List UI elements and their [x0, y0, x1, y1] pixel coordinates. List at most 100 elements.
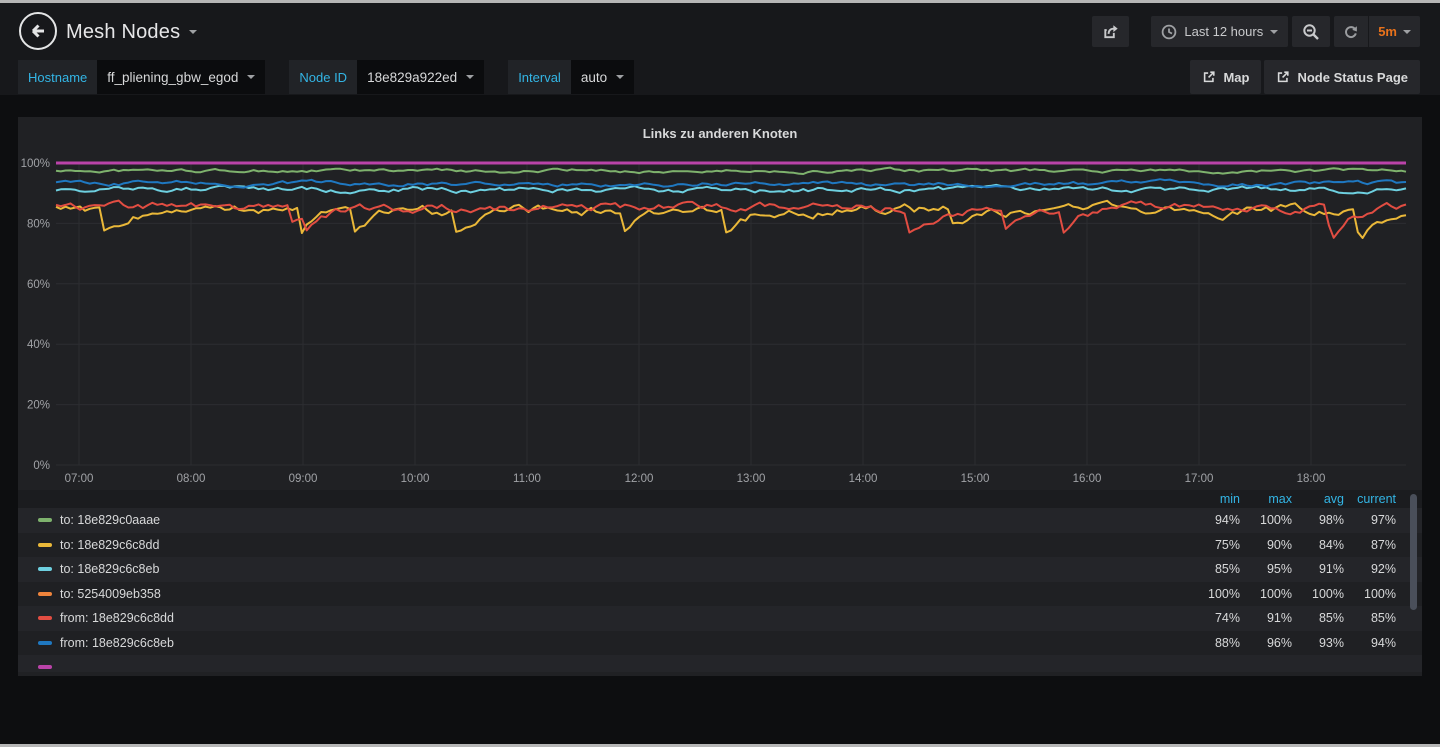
- series-label[interactable]: from: 18e829c6c8dd: [60, 611, 174, 625]
- graph-panel: Links zu anderen Knoten 100%80%60%40%20%…: [18, 117, 1422, 676]
- node-status-page-link-button[interactable]: Node Status Page: [1264, 60, 1420, 94]
- series-label[interactable]: from: 18e829c6c8eb: [60, 636, 174, 650]
- svg-text:40%: 40%: [27, 339, 50, 351]
- svg-text:12:00: 12:00: [625, 473, 654, 485]
- map-link-label: Map: [1223, 70, 1249, 85]
- svg-text:60%: 60%: [27, 279, 50, 291]
- series-min: 100%: [1188, 587, 1240, 601]
- series-label[interactable]: to: 18e829c0aaae: [60, 513, 160, 527]
- share-button[interactable]: [1092, 16, 1129, 47]
- external-link-icon: [1202, 70, 1216, 84]
- svg-text:10:00: 10:00: [401, 473, 430, 485]
- series-min: 75%: [1188, 538, 1240, 552]
- legend-row: from: 18e829c6c8dd74%91%85%85%: [18, 606, 1422, 631]
- submenu: Hostname ff_pliening_gbw_egod Node ID 18…: [18, 60, 1420, 94]
- dashboard-title-dropdown[interactable]: Mesh Nodes: [66, 18, 197, 46]
- interval-dropdown[interactable]: auto: [571, 60, 634, 94]
- time-range-label: Last 12 hours: [1184, 24, 1263, 39]
- svg-text:08:00: 08:00: [177, 473, 206, 485]
- clock-icon: [1161, 24, 1177, 40]
- svg-text:100%: 100%: [21, 158, 50, 170]
- node-id-dropdown[interactable]: 18e829a922ed: [357, 60, 484, 94]
- svg-text:13:00: 13:00: [737, 473, 766, 485]
- dashboard-header: Mesh Nodes Last 12 hours: [0, 3, 1440, 95]
- arrow-left-icon: [27, 20, 49, 42]
- legend-scrollbar[interactable]: [1410, 494, 1417, 610]
- legend-col-current[interactable]: current: [1344, 492, 1396, 506]
- svg-text:17:00: 17:00: [1185, 473, 1214, 485]
- external-link-icon: [1276, 70, 1290, 84]
- top-controls: Last 12 hours 5m: [1092, 16, 1420, 47]
- series-avg: 91%: [1292, 562, 1344, 576]
- chevron-down-icon: [466, 75, 474, 79]
- hostname-value: ff_pliening_gbw_egod: [107, 70, 238, 85]
- series-current: 100%: [1344, 587, 1396, 601]
- series-color-icon[interactable]: [38, 567, 52, 571]
- series-current: 94%: [1344, 636, 1396, 650]
- legend-table: min max avg current to: 18e829c0aaae94%1…: [18, 490, 1422, 672]
- series-min: 94%: [1188, 513, 1240, 527]
- node-id-value: 18e829a922ed: [367, 70, 457, 85]
- series-avg: 100%: [1292, 587, 1344, 601]
- series-min: 88%: [1188, 636, 1240, 650]
- series-color-icon[interactable]: [38, 543, 52, 547]
- dashboard-links: Map Node Status Page: [1187, 60, 1420, 94]
- series-max: 100%: [1240, 513, 1292, 527]
- series-avg: 98%: [1292, 513, 1344, 527]
- panel-title[interactable]: Links zu anderen Knoten: [18, 117, 1422, 149]
- window-top-edge: [0, 0, 1440, 3]
- series-current: 92%: [1344, 562, 1396, 576]
- variable-hostname: Hostname ff_pliening_gbw_egod: [18, 60, 265, 94]
- svg-text:09:00: 09:00: [289, 473, 318, 485]
- refresh-group: 5m: [1334, 16, 1420, 47]
- variable-label: Hostname: [18, 60, 97, 94]
- series-max: 96%: [1240, 636, 1292, 650]
- time-series-chart[interactable]: 100%80%60%40%20%0%07:0008:0009:0010:0011…: [18, 149, 1422, 490]
- legend-row: to: 5254009eb358100%100%100%100%: [18, 582, 1422, 607]
- series-avg: 84%: [1292, 538, 1344, 552]
- chevron-down-icon: [1403, 30, 1411, 34]
- node-status-page-link-label: Node Status Page: [1297, 70, 1408, 85]
- legend-col-max[interactable]: max: [1240, 492, 1292, 506]
- series-color-icon[interactable]: [38, 592, 52, 596]
- legend-rows: to: 18e829c0aaae94%100%98%97%to: 18e829c…: [18, 508, 1422, 672]
- legend-row: to: 18e829c6c8eb85%95%91%92%: [18, 557, 1422, 582]
- legend-row: [18, 655, 1422, 672]
- series-avg: 93%: [1292, 636, 1344, 650]
- series-color-icon[interactable]: [38, 616, 52, 620]
- variable-node-id: Node ID 18e829a922ed: [289, 60, 484, 94]
- svg-text:07:00: 07:00: [65, 473, 94, 485]
- page-title: Mesh Nodes: [66, 21, 180, 44]
- series-color-icon[interactable]: [38, 518, 52, 522]
- series-current: 87%: [1344, 538, 1396, 552]
- series-label[interactable]: to: 18e829c6c8eb: [60, 562, 159, 576]
- refresh-button[interactable]: [1334, 16, 1368, 47]
- svg-text:16:00: 16:00: [1073, 473, 1102, 485]
- series-max: 90%: [1240, 538, 1292, 552]
- refresh-interval-dropdown[interactable]: 5m: [1368, 16, 1420, 47]
- hostname-dropdown[interactable]: ff_pliening_gbw_egod: [97, 60, 265, 94]
- series-color-icon[interactable]: [38, 641, 52, 645]
- back-button[interactable]: [19, 12, 57, 50]
- series-min: 74%: [1188, 611, 1240, 625]
- zoom-out-button[interactable]: [1292, 16, 1330, 47]
- svg-text:80%: 80%: [27, 218, 50, 230]
- series-max: 95%: [1240, 562, 1292, 576]
- time-picker-button[interactable]: Last 12 hours: [1151, 16, 1288, 47]
- series-label[interactable]: to: 5254009eb358: [60, 587, 161, 601]
- chevron-down-icon: [1270, 30, 1278, 34]
- series-label[interactable]: to: 18e829c6c8dd: [60, 538, 159, 552]
- chevron-down-icon: [247, 75, 255, 79]
- svg-text:11:00: 11:00: [513, 473, 541, 485]
- variable-interval: Interval auto: [508, 60, 634, 94]
- legend-col-avg[interactable]: avg: [1292, 492, 1344, 506]
- series-max: 100%: [1240, 587, 1292, 601]
- variable-label: Interval: [508, 60, 571, 94]
- legend-header: min max avg current: [18, 490, 1422, 508]
- series-current: 85%: [1344, 611, 1396, 625]
- legend-col-min[interactable]: min: [1188, 492, 1240, 506]
- map-link-button[interactable]: Map: [1190, 60, 1261, 94]
- legend-row: to: 18e829c6c8dd 75%90%84%87%: [18, 533, 1422, 558]
- variable-label: Node ID: [289, 60, 357, 94]
- series-color-icon[interactable]: [38, 665, 52, 669]
